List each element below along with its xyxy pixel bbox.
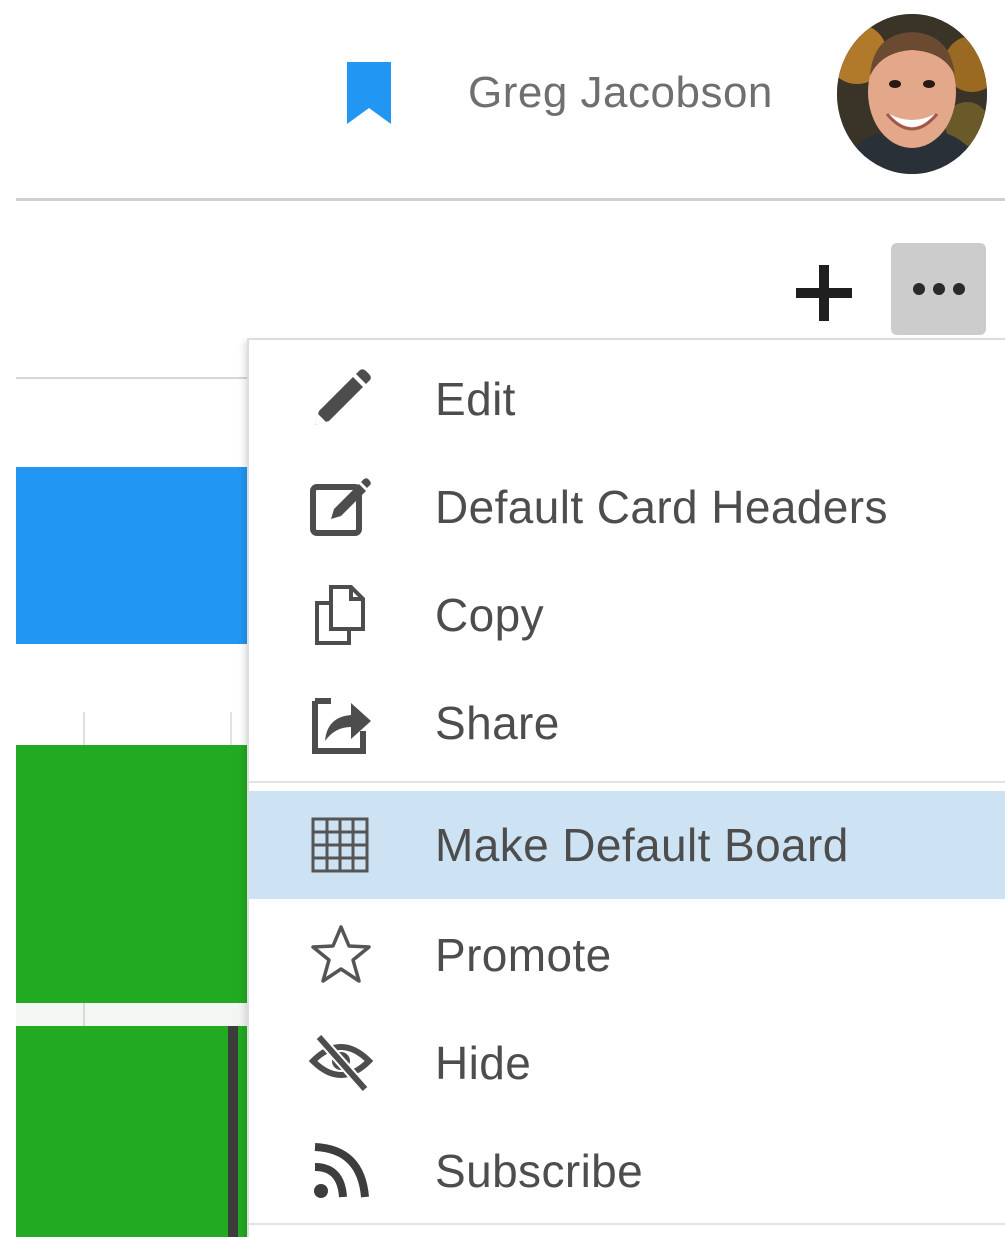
menu-divider — [249, 1223, 1005, 1225]
board-card-gap — [16, 1003, 256, 1026]
board-divider — [16, 377, 256, 379]
star-icon — [309, 923, 373, 987]
more-options-button[interactable] — [891, 243, 986, 335]
menu-item-make-default-board[interactable]: Make Default Board — [249, 791, 1005, 899]
menu-item-promote[interactable]: Promote — [249, 901, 1005, 1009]
menu-item-edit[interactable]: Edit — [249, 345, 1005, 453]
plus-icon — [796, 265, 852, 321]
grid-icon — [309, 813, 373, 877]
copy-icon — [309, 583, 373, 647]
pencil-icon — [309, 367, 373, 431]
board-column-tick — [230, 712, 232, 746]
board-page: Greg Jacobson Edit Default Card Headers … — [0, 0, 1005, 1237]
eye-slash-icon — [309, 1031, 373, 1095]
menu-item-default-card-headers[interactable]: Default Card Headers — [249, 453, 1005, 561]
menu-item-subscribe[interactable]: Subscribe — [249, 1117, 1005, 1225]
menu-item-label: Default Card Headers — [435, 481, 888, 533]
share-icon — [309, 691, 373, 755]
rss-icon — [309, 1139, 373, 1203]
menu-item-hide[interactable]: Hide — [249, 1009, 1005, 1117]
user-name[interactable]: Greg Jacobson — [468, 68, 773, 118]
board-dark-edge — [228, 1026, 238, 1237]
menu-divider — [249, 781, 1005, 783]
add-button[interactable] — [793, 262, 855, 324]
ellipsis-icon — [912, 283, 965, 295]
board-column-tick — [83, 712, 85, 746]
menu-item-label: Hide — [435, 1037, 532, 1089]
menu-item-copy[interactable]: Copy — [249, 561, 1005, 669]
menu-item-label: Subscribe — [435, 1145, 644, 1197]
more-options-menu: Edit Default Card Headers Copy Share Mak… — [247, 338, 1005, 1237]
bookmark-icon[interactable] — [343, 62, 395, 124]
edit-square-icon — [309, 475, 373, 539]
menu-item-share[interactable]: Share — [249, 669, 1005, 777]
board-blue-card[interactable] — [16, 467, 256, 644]
menu-item-label: Make Default Board — [435, 819, 849, 871]
board-green-card[interactable] — [16, 1026, 256, 1237]
board-column-tick — [83, 1003, 85, 1026]
menu-item-label: Copy — [435, 589, 544, 641]
menu-item-label: Share — [435, 697, 560, 749]
menu-item-label: Edit — [435, 373, 516, 425]
header-divider — [16, 198, 1005, 201]
top-header: Greg Jacobson — [0, 0, 1005, 201]
board-green-card[interactable] — [16, 745, 256, 1003]
user-avatar[interactable] — [837, 14, 987, 174]
menu-item-label: Promote — [435, 929, 612, 981]
